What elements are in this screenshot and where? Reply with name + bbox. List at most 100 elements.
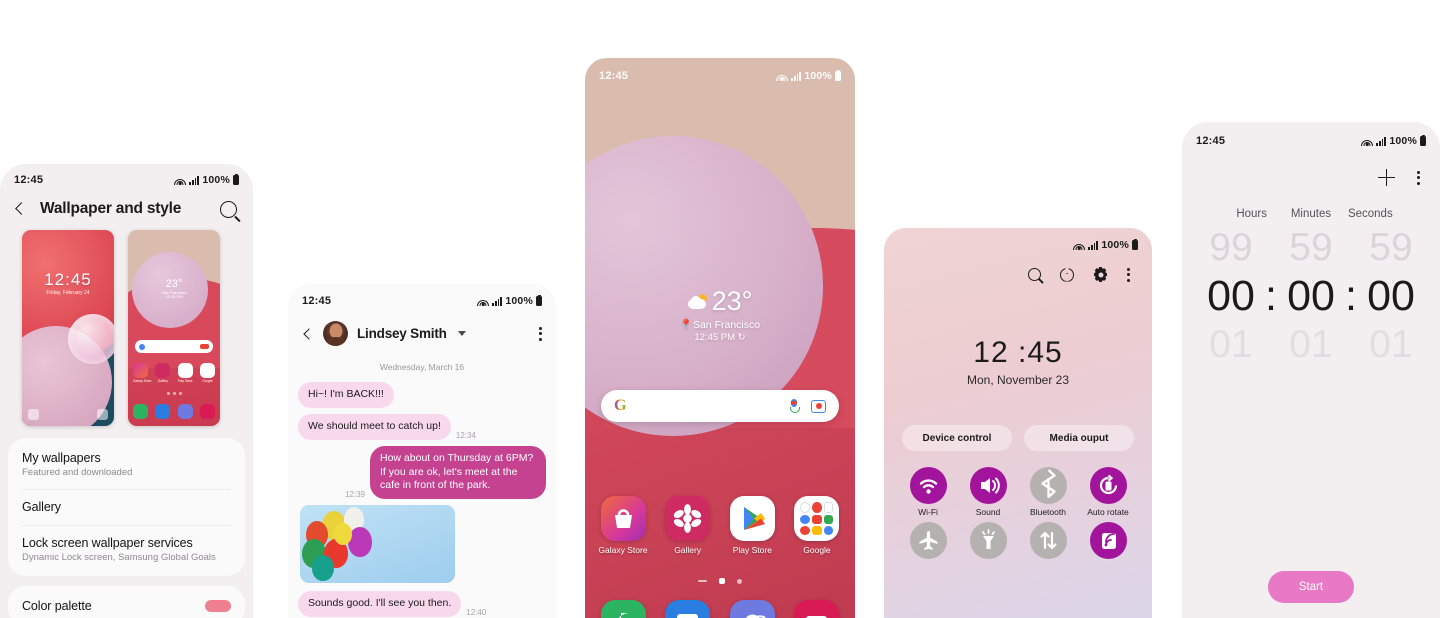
wallpaper-options-card: My wallpapers Featured and downloaded Ga… (8, 438, 245, 576)
galaxy-store-icon (600, 496, 646, 541)
contact-avatar[interactable] (323, 321, 348, 346)
tile-mobile-data[interactable] (1018, 521, 1078, 563)
search-icon[interactable] (220, 200, 237, 218)
page-title: Wallpaper and style (40, 200, 182, 217)
app-play-store[interactable]: Play Store (724, 496, 780, 555)
battery-icon (1132, 238, 1138, 250)
row-subtitle: Dynamic Lock screen, Samsung Global Goal… (22, 552, 216, 563)
more-options-icon[interactable] (1417, 170, 1420, 185)
gallery-icon (155, 363, 171, 378)
galaxy-store-icon (133, 363, 148, 378)
message-image-balloons[interactable] (300, 505, 455, 584)
start-button[interactable]: Start (1268, 571, 1354, 603)
lock-clock: 12 :45 (973, 336, 1063, 369)
row-lock-screen-wallpaper-services[interactable]: Lock screen wallpaper services Dynamic L… (8, 525, 245, 574)
weather-time-text: 12:45 PM (694, 332, 736, 343)
dock (595, 600, 845, 618)
preview-app-label: Play Store (177, 379, 193, 383)
app-gallery[interactable]: Gallery (660, 496, 716, 555)
tile-bluetooth[interactable]: Bluetooth (1018, 467, 1078, 518)
power-icon[interactable] (1060, 267, 1074, 282)
settings-gear-icon[interactable] (1093, 267, 1108, 282)
color-swatch[interactable] (205, 600, 231, 612)
more-options-icon[interactable] (1127, 267, 1130, 282)
back-arrow-icon[interactable] (12, 201, 28, 217)
play-store-icon (177, 363, 193, 378)
media-output-button[interactable]: Media ouput (1024, 425, 1134, 451)
tile-auto-rotate[interactable]: Auto rotate (1078, 467, 1138, 518)
current-hours[interactable]: 00 (1200, 272, 1262, 321)
chevron-down-icon[interactable] (457, 331, 466, 336)
wifi-icon (1073, 240, 1086, 250)
tile-airplane-mode[interactable] (898, 521, 958, 563)
preview-time: 12:45 PM (165, 294, 183, 300)
dock-camera[interactable] (789, 600, 845, 618)
battery-icon (233, 173, 239, 185)
current-minutes[interactable]: 00 (1280, 272, 1342, 321)
message-bubble-incoming[interactable]: Sounds good. I'll see you then. (298, 591, 462, 618)
preview-app: Google (199, 363, 215, 383)
tile-sound[interactable]: Sound (958, 467, 1018, 518)
preview-weather-widget: 23° San Francisco 12:45 PM (128, 278, 220, 300)
next-minutes: 01 (1289, 323, 1333, 366)
status-bar: 12:45 100% (0, 170, 253, 190)
wallpaper-and-style-screen: 12:45 100% Wallpaper and style 12:45 Fri… (0, 164, 253, 618)
weather-location-text: San Francisco (692, 319, 761, 331)
back-arrow-icon[interactable] (300, 327, 314, 341)
status-time: 12:45 (599, 70, 629, 82)
app-galaxy-store[interactable]: Galaxy Store (595, 496, 651, 555)
add-icon[interactable] (1378, 169, 1395, 186)
row-color-palette[interactable]: Color palette (8, 588, 245, 618)
airplane-mode-icon (909, 521, 947, 559)
flashlight-icon (969, 521, 1007, 559)
google-folder-icon (199, 363, 215, 378)
status-time: 12:45 (14, 174, 44, 186)
device-control-button[interactable]: Device control (902, 425, 1012, 451)
current-seconds[interactable]: 00 (1360, 272, 1422, 321)
message-timestamp: 12:40 (466, 608, 487, 618)
status-time: 12:45 (302, 295, 332, 307)
row-gallery[interactable]: Gallery (8, 489, 245, 525)
message-bubble-incoming[interactable]: We should meet to catch up! (298, 413, 451, 440)
tile-hotspot[interactable] (1078, 521, 1138, 563)
dock-phone[interactable] (595, 600, 651, 618)
preview-app: Play Store (177, 363, 193, 383)
timer-next-row: 01 01 01 (1182, 323, 1440, 367)
google-search-bar[interactable]: G (601, 390, 839, 422)
page-indicator[interactable] (585, 578, 855, 584)
signal-icon (1088, 240, 1099, 250)
google-lens-icon[interactable] (811, 399, 826, 413)
app-folder-google[interactable]: Google (789, 496, 845, 555)
status-bar: 12:45 100% (585, 66, 855, 86)
weather-temp-row: 23° (687, 286, 752, 317)
preview-phone-shortcut-icon (28, 409, 39, 420)
microphone-icon[interactable] (790, 399, 800, 413)
battery-percent: 100% (1389, 135, 1417, 147)
wifi-icon (477, 296, 490, 306)
balloon (334, 523, 352, 546)
more-options-icon[interactable] (539, 326, 542, 341)
app-label: Gallery (674, 545, 702, 555)
message-bubble-outgoing[interactable]: How about on Thursday at 6PM? If you are… (370, 445, 546, 500)
dock-messages[interactable] (660, 600, 716, 618)
search-icon[interactable] (1028, 268, 1041, 281)
lock-screen-preview[interactable]: 12:45 Friday, February 24 (22, 230, 114, 426)
message-timestamp: 12:34 (455, 430, 476, 440)
row-my-wallpapers[interactable]: My wallpapers Featured and downloaded (8, 440, 245, 489)
home-screen-preview[interactable]: 23° San Francisco 12:45 PM Galaxy Store … (128, 230, 220, 426)
dock-internet[interactable] (724, 600, 780, 618)
tile-wifi[interactable]: Wi-Fi (898, 467, 958, 518)
search-bar-actions (790, 399, 826, 413)
preview-app-label: Galaxy Store (133, 379, 152, 383)
timer-screen: 12:45 100% Hours Minutes Seconds 99 59 5… (1182, 122, 1440, 618)
samsung-internet-icon (177, 404, 193, 419)
timer-picker[interactable]: 99 59 59 00 : 00 : 00 01 01 01 (1182, 226, 1440, 367)
app-label: Play Store (732, 545, 772, 555)
preview-app: Galaxy Store (133, 363, 152, 383)
message-bubble-incoming[interactable]: Hi~! I'm BACK!!! (298, 382, 394, 408)
conversation-app-bar: Lindsey Smith (288, 311, 556, 350)
weather-widget[interactable]: 23° 📍San Francisco 12:45 PM ↻ (585, 286, 855, 343)
home-screen: 12:45 100% 23° 📍San Francisco 12:45 PM ↻… (585, 58, 855, 618)
status-time: 12:45 (1196, 135, 1226, 147)
tile-flashlight[interactable] (958, 521, 1018, 563)
